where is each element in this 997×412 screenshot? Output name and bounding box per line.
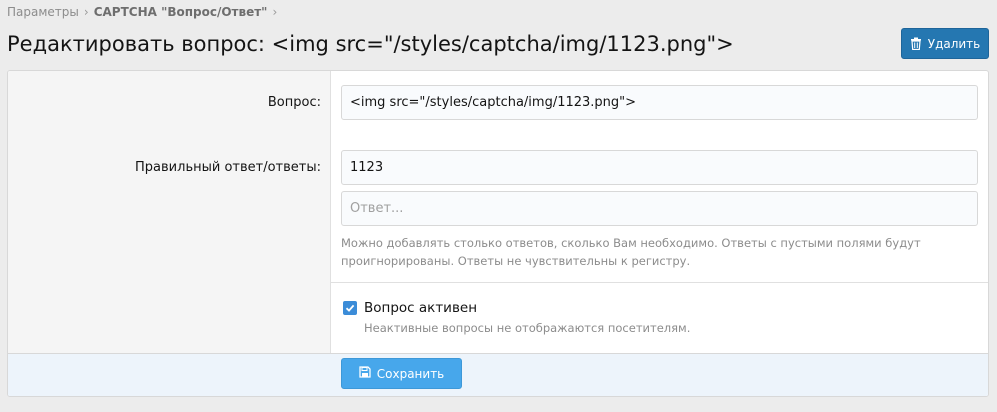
active-checkbox-hint: Неактивные вопросы не отображаются посет… — [364, 321, 691, 335]
breadcrumb-item-parameters[interactable]: Параметры — [7, 5, 79, 19]
active-checkbox-row[interactable]: Вопрос активен — [343, 300, 477, 316]
save-button-label: Сохранить — [376, 366, 445, 381]
breadcrumb: Параметры › CAPTCHA "Вопрос/Ответ" › — [7, 5, 277, 19]
answers-hint-line-2: проигнорированы. Ответы не чувствительны… — [341, 254, 691, 268]
divider — [331, 282, 988, 283]
check-icon — [345, 304, 355, 312]
answers-label: Правильный ответ/ответы: — [135, 160, 321, 175]
delete-button[interactable]: Удалить — [901, 28, 989, 59]
edit-question-form: Вопрос: <img src="/styles/captcha/img/11… — [7, 70, 989, 397]
save-icon — [359, 366, 371, 381]
breadcrumb-separator: › — [83, 5, 89, 19]
breadcrumb-item-captcha[interactable]: CAPTCHA "Вопрос/Ответ" — [94, 5, 268, 19]
breadcrumb-separator: › — [272, 5, 278, 19]
active-checkbox[interactable] — [343, 301, 357, 315]
question-label: Вопрос: — [267, 95, 321, 110]
delete-button-label: Удалить — [927, 36, 981, 51]
save-button[interactable]: Сохранить — [341, 358, 462, 389]
trash-icon — [910, 37, 922, 50]
answer-input-1[interactable]: 1123 — [341, 150, 978, 185]
answers-hint-line-1: Можно добавлять столько ответов, сколько… — [341, 236, 921, 250]
page-title: Редактировать вопрос: <img src="/styles/… — [7, 32, 734, 56]
active-checkbox-label[interactable]: Вопрос активен — [364, 300, 477, 316]
label-column — [8, 71, 331, 353]
form-footer: Сохранить — [8, 353, 988, 396]
answer-input-empty[interactable]: Ответ... — [341, 191, 978, 226]
question-input[interactable]: <img src="/styles/captcha/img/1123.png"> — [341, 85, 978, 120]
answers-hint: Можно добавлять столько ответов, сколько… — [341, 234, 941, 270]
